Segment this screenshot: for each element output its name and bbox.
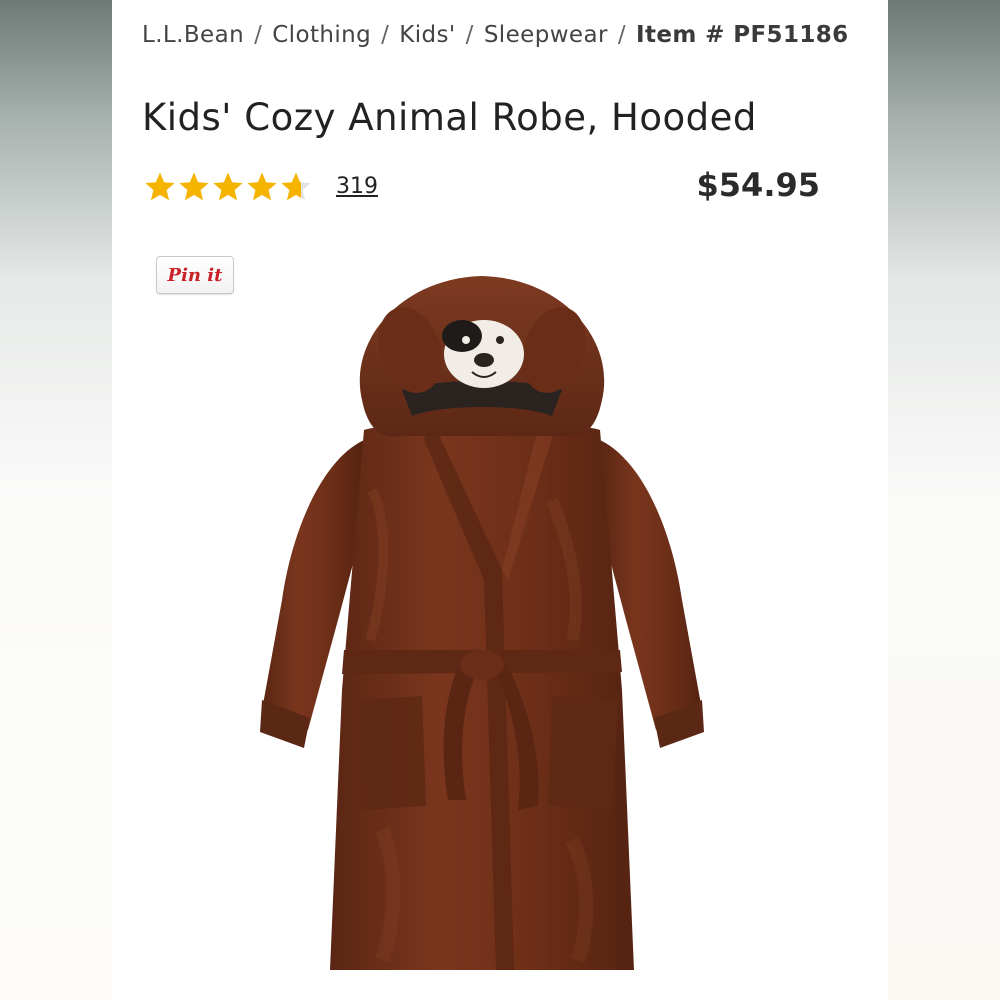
rating-row: 319 [144, 168, 378, 204]
breadcrumb-separator: / [617, 22, 626, 48]
product-image-robe [260, 276, 704, 970]
breadcrumb: L.L.Bean / Clothing / Kids' / Sleepwear / Item #… [142, 22, 849, 48]
review-count-link[interactable]: 319 [336, 174, 378, 199]
product-price: $54.95 [696, 166, 820, 204]
breadcrumb-kids[interactable]: Kids' [399, 22, 455, 48]
background-right [888, 0, 1000, 1000]
breadcrumb-llbean[interactable]: L.L.Bean [142, 22, 244, 48]
star-rating[interactable] [144, 169, 314, 203]
breadcrumb-separator: / [465, 22, 474, 48]
star-rating-icon [145, 172, 311, 201]
product-panel: L.L.Bean / Clothing / Kids' / Sleepwear / Item #… [112, 0, 888, 1000]
breadcrumb-clothing[interactable]: Clothing [272, 22, 371, 48]
breadcrumb-sleepwear[interactable]: Sleepwear [484, 22, 608, 48]
breadcrumb-separator: / [254, 22, 263, 48]
background-left [0, 0, 112, 1000]
item-number: Item # PF51186 [635, 22, 849, 48]
pin-it-button[interactable]: Pin it [156, 256, 234, 294]
product-title: Kids' Cozy Animal Robe, Hooded [142, 96, 757, 139]
breadcrumb-separator: / [381, 22, 390, 48]
